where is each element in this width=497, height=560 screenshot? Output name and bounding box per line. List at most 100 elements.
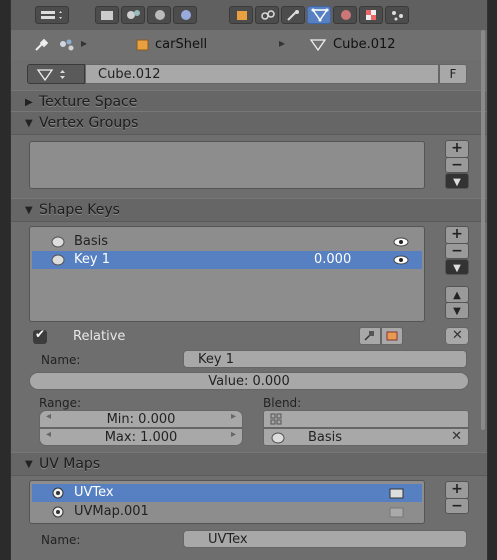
vertex-group-field[interactable] [263,410,469,428]
minus-icon: − [451,498,463,514]
pin-icon[interactable] [33,38,51,52]
slider-min-field[interactable]: ◂ Min: 0.000 ▸ [39,410,243,428]
breadcrumb-arrow: ▸ [81,36,88,50]
panel-vertex-groups[interactable]: ▼ Vertex Groups [11,111,487,135]
tab-object-data[interactable] [307,6,331,24]
mesh-icon [309,39,327,52]
panel-title: Texture Space [39,94,138,110]
constraint-icon [261,10,275,20]
pin-shape-key-button[interactable] [359,327,381,345]
uv-name-text: UVTex [208,532,248,547]
scrollbar[interactable] [481,30,485,430]
add-shape-key-button[interactable]: + [445,226,469,244]
relative-checkbox[interactable]: ✔ [33,327,47,344]
arrow-down-icon: ▼ [453,306,461,317]
object-icon [237,11,247,20]
texture-icon [366,10,376,20]
close-icon[interactable]: ✕ [451,429,462,444]
collapsed-arrow-icon: ▶ [25,97,33,108]
remove-vertex-group-button[interactable]: − [445,157,469,173]
uv-map-name: UVTex [74,485,114,500]
material-icon [341,10,351,20]
camera-icon [101,11,113,20]
mesh-name-field[interactable]: Cube.012 [85,64,439,84]
panel-uv-maps[interactable]: ▼ UV Maps [11,452,487,476]
shape-key-icon [271,432,285,444]
tab-texture[interactable] [359,6,383,24]
relative-label: Relative [73,329,126,344]
value-text: Value: 0.000 [208,374,290,389]
value-slider[interactable]: Value: 0.000 [29,372,469,390]
tab-object[interactable] [229,6,253,24]
shape-keys-list[interactable]: Basis Key 1 0.000 [29,226,425,322]
layers-icon [127,10,140,19]
blend-label: Blend: [263,396,302,410]
mesh-icon [36,69,65,82]
mesh-name-text: Cube.012 [98,67,161,82]
add-uv-map-button[interactable]: + [445,481,469,499]
camera-icon[interactable] [388,506,406,518]
scene-icon [155,10,165,20]
tab-material[interactable] [333,6,357,24]
name-text: Key 1 [198,352,234,367]
vertex-group-icon [270,413,282,425]
shape-key-icon [51,236,65,248]
shape-key-name-field[interactable]: Key 1 [183,350,467,368]
plus-icon: + [451,481,463,497]
fake-user-button[interactable]: F [439,64,467,84]
plus-icon: + [451,140,463,156]
name-label: Name: [41,353,81,367]
shape-key-value[interactable]: 0.000 [314,252,351,267]
move-shape-key-down-button[interactable]: ▼ [445,302,469,319]
increment-arrow-icon: ▸ [230,411,236,422]
shape-key-icon [51,254,65,266]
relative-key-field[interactable]: Basis ✕ [263,428,469,446]
editor-type-button[interactable] [35,6,69,24]
shape-key-name: Key 1 [74,252,110,267]
uv-map-name-field[interactable]: UVTex [183,530,467,548]
list-item-selected[interactable]: Key 1 0.000 [32,251,422,269]
camera-icon[interactable] [388,487,406,499]
chevron-down-icon: ▼ [453,177,461,188]
tab-render[interactable] [95,6,119,24]
panel-shape-keys[interactable]: ▼ Shape Keys [11,198,487,222]
list-item-selected[interactable]: UVTex [32,484,422,502]
vertex-groups-list[interactable] [29,141,425,189]
tab-render-layers[interactable] [121,6,145,24]
edit-mode-shape-button[interactable] [381,327,403,345]
increment-arrow-icon: ▸ [230,429,236,440]
properties-header [11,0,487,31]
wrench-icon [287,10,299,21]
tab-scene[interactable] [147,6,171,24]
max-text: Max: 1.000 [104,430,178,445]
eye-icon[interactable] [392,236,410,248]
plus-icon: + [451,226,463,242]
breadcrumb-arrow: ▸ [279,36,286,50]
remove-shape-key-button[interactable]: − [445,243,469,259]
move-shape-key-up-button[interactable]: ▲ [445,286,469,303]
vertex-group-specials-button[interactable]: ▼ [445,173,469,189]
shape-key-specials-button[interactable]: ▼ [445,259,469,275]
slider-max-field[interactable]: ◂ Max: 1.000 ▸ [39,428,243,446]
chevron-down-icon: ▼ [453,263,461,274]
shape-key-name: Basis [74,234,109,249]
remove-uv-map-button[interactable]: − [445,498,469,514]
add-vertex-group-button[interactable]: + [445,140,469,158]
eye-icon[interactable] [392,254,410,266]
clear-weights-button[interactable]: ✕ [445,327,469,345]
cube-icon [136,39,149,51]
tab-modifiers[interactable] [281,6,305,24]
tab-constraints[interactable] [255,6,279,24]
mesh-browse-button[interactable] [27,64,85,84]
uv-maps-list[interactable]: UVTex UVMap.001 [29,480,425,524]
edit-mode-icon [386,331,398,341]
tab-world[interactable] [173,6,197,24]
minus-icon: − [451,243,463,259]
tab-particles[interactable] [385,6,409,24]
panel-title: UV Maps [39,456,101,472]
breadcrumb-mesh: Cube.012 [333,37,396,52]
uv-name-label: Name: [41,533,81,547]
list-item[interactable]: UVMap.001 [32,503,422,521]
list-item[interactable]: Basis [32,233,422,251]
expanded-arrow-icon: ▼ [25,118,33,129]
